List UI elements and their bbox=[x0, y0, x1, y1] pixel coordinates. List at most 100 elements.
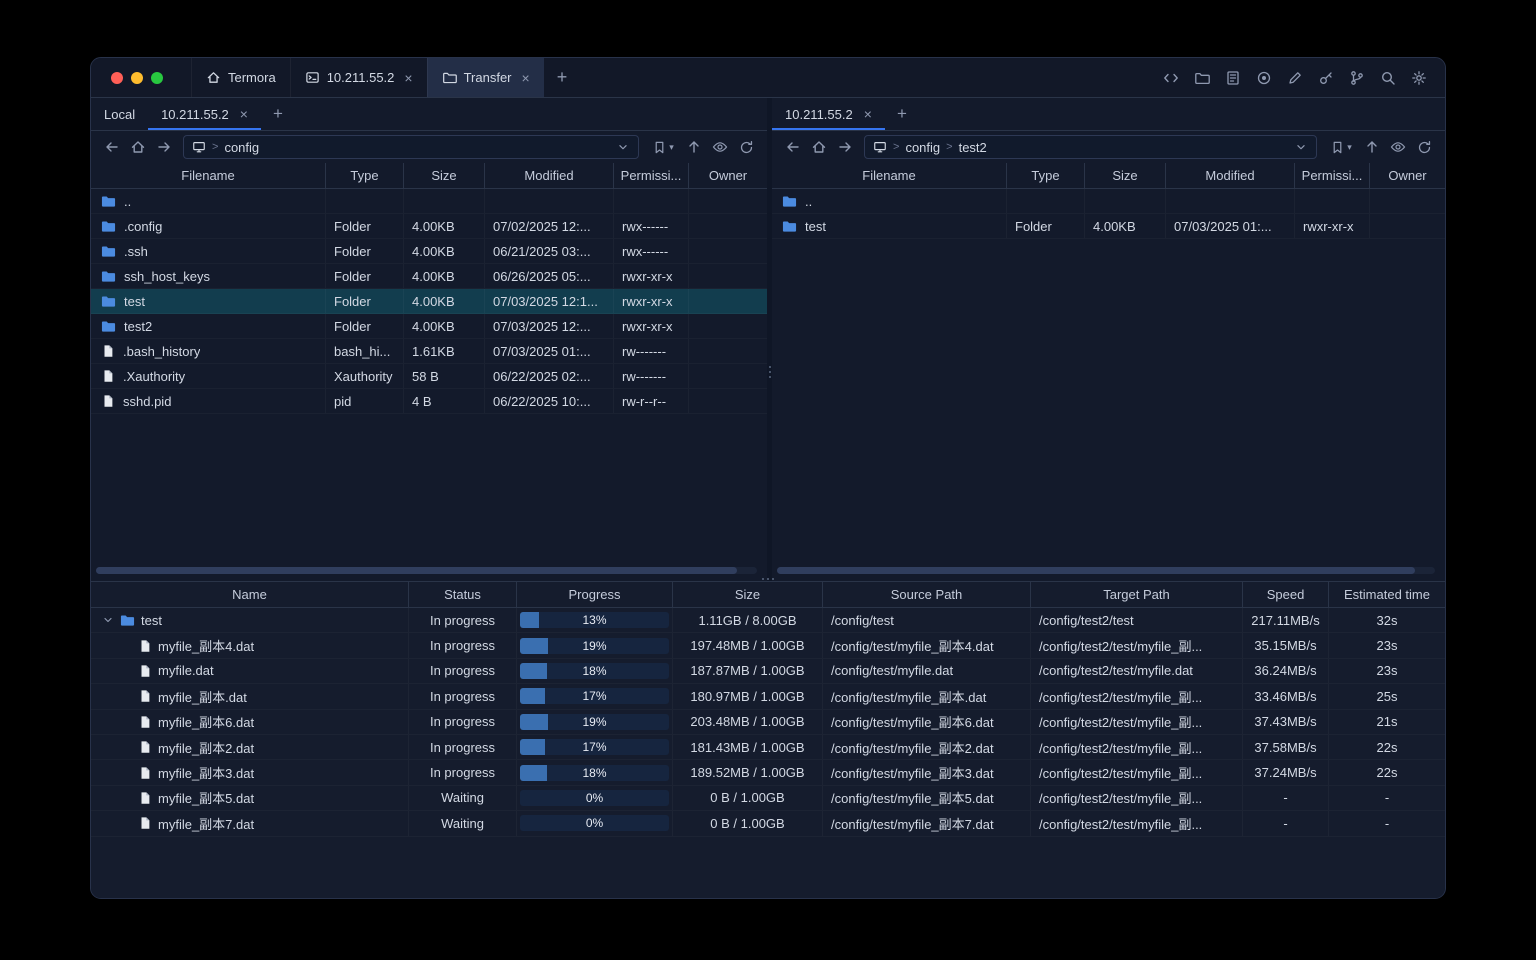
file-row[interactable]: sshd.pid pid 4 B 06/22/2025 10:... rw-r-… bbox=[91, 389, 767, 414]
tab-remote-host[interactable]: 10.211.55.2 × bbox=[148, 98, 261, 130]
column-header[interactable]: Type bbox=[326, 163, 404, 188]
horizontal-scrollbar[interactable] bbox=[96, 567, 757, 574]
column-header[interactable]: Owner bbox=[1370, 163, 1445, 188]
column-header[interactable]: Type bbox=[1007, 163, 1085, 188]
column-header[interactable]: Size bbox=[673, 582, 823, 607]
breadcrumb-segment[interactable]: config bbox=[224, 140, 259, 155]
tab-transfer[interactable]: Transfer × bbox=[426, 58, 544, 97]
transfer-source-path: /config/test bbox=[823, 608, 1031, 632]
path-bar[interactable]: > config > test2 bbox=[864, 135, 1317, 159]
file-row[interactable]: test2 Folder 4.00KB 07/03/2025 12:... rw… bbox=[91, 314, 767, 339]
transfer-row[interactable]: myfile.dat In progress 18% 187.87MB / 1.… bbox=[91, 659, 1445, 684]
file-row[interactable]: .config Folder 4.00KB 07/02/2025 12:... … bbox=[91, 214, 767, 239]
search-icon[interactable] bbox=[1380, 70, 1396, 86]
show-hidden-files-button[interactable] bbox=[707, 135, 733, 159]
chevron-down-icon[interactable] bbox=[1294, 140, 1308, 154]
bookmark-button[interactable]: ▾ bbox=[645, 135, 681, 159]
upload-button[interactable] bbox=[681, 135, 707, 159]
key-icon[interactable] bbox=[1318, 70, 1334, 86]
branch-icon[interactable] bbox=[1349, 70, 1365, 86]
edit-icon[interactable] bbox=[1287, 70, 1303, 86]
log-icon[interactable] bbox=[1225, 70, 1241, 86]
column-header[interactable]: Permissi... bbox=[614, 163, 689, 188]
settings-icon[interactable] bbox=[1411, 70, 1427, 86]
transfer-row[interactable]: myfile_副本6.dat In progress 19% 203.48MB … bbox=[91, 710, 1445, 735]
back-button[interactable] bbox=[780, 135, 806, 159]
forward-button[interactable] bbox=[151, 135, 177, 159]
column-header[interactable]: Modified bbox=[1166, 163, 1295, 188]
back-button[interactable] bbox=[99, 135, 125, 159]
show-hidden-files-button[interactable] bbox=[1385, 135, 1411, 159]
file-row[interactable]: test Folder 4.00KB 07/03/2025 12:1... rw… bbox=[91, 289, 767, 314]
column-header[interactable]: Filename bbox=[91, 163, 326, 188]
zoom-window-button[interactable] bbox=[151, 71, 163, 84]
file-modified: 07/03/2025 12:... bbox=[485, 314, 614, 338]
forward-button[interactable] bbox=[832, 135, 858, 159]
column-header[interactable]: Progress bbox=[517, 582, 673, 607]
breadcrumb-segment[interactable]: test2 bbox=[959, 140, 987, 155]
folder-icon[interactable] bbox=[1194, 70, 1210, 86]
close-tab-icon[interactable]: × bbox=[404, 71, 412, 85]
file-row[interactable]: .bash_history bash_hi... 1.61KB 07/03/20… bbox=[91, 339, 767, 364]
new-tab-button[interactable]: + bbox=[544, 58, 581, 97]
record-icon[interactable] bbox=[1256, 70, 1272, 86]
tab-remote-host[interactable]: 10.211.55.2 × bbox=[772, 98, 885, 130]
file-row[interactable]: .. bbox=[772, 189, 1445, 214]
tab-host[interactable]: 10.211.55.2 × bbox=[289, 58, 427, 97]
file-row[interactable]: test Folder 4.00KB 07/03/2025 01:... rwx… bbox=[772, 214, 1445, 239]
close-tab-icon[interactable]: × bbox=[864, 107, 872, 121]
file-row[interactable]: .ssh Folder 4.00KB 06/21/2025 03:... rwx… bbox=[91, 239, 767, 264]
new-pane-tab-button[interactable]: + bbox=[885, 98, 919, 130]
file-icon bbox=[101, 344, 115, 358]
column-header[interactable]: Filename bbox=[772, 163, 1007, 188]
column-header[interactable]: Status bbox=[409, 582, 517, 607]
column-header[interactable]: Permissi... bbox=[1295, 163, 1370, 188]
transfer-source-path: /config/test/myfile_副本2.dat bbox=[823, 735, 1031, 759]
scrollbar-thumb[interactable] bbox=[96, 567, 738, 574]
file-row[interactable]: .Xauthority Xauthority 58 B 06/22/2025 0… bbox=[91, 364, 767, 389]
code-icon[interactable] bbox=[1163, 70, 1179, 86]
column-header[interactable]: Size bbox=[1085, 163, 1166, 188]
horizontal-splitter-grip[interactable] bbox=[762, 578, 774, 580]
home-icon bbox=[206, 70, 221, 85]
transfer-row[interactable]: myfile_副本2.dat In progress 17% 181.43MB … bbox=[91, 735, 1445, 760]
file-row[interactable]: ssh_host_keys Folder 4.00KB 06/26/2025 0… bbox=[91, 264, 767, 289]
refresh-button[interactable] bbox=[1411, 135, 1437, 159]
column-header[interactable]: Name bbox=[91, 582, 409, 607]
chevron-down-icon[interactable] bbox=[616, 140, 630, 154]
minimize-window-button[interactable] bbox=[131, 71, 143, 84]
column-header[interactable]: Target Path bbox=[1031, 582, 1243, 607]
transfer-row[interactable]: myfile_副本7.dat Waiting 0% 0 B / 1.00GB /… bbox=[91, 811, 1445, 836]
transfer-row[interactable]: myfile_副本.dat In progress 17% 180.97MB /… bbox=[91, 684, 1445, 709]
progress-percent: 19% bbox=[582, 638, 607, 653]
column-header[interactable]: Estimated time bbox=[1329, 582, 1445, 607]
chevron-down-icon[interactable] bbox=[101, 614, 114, 626]
column-header[interactable]: Owner bbox=[689, 163, 767, 188]
transfer-row[interactable]: test In progress 13% 1.11GB / 8.00GB /co… bbox=[91, 608, 1445, 633]
refresh-button[interactable] bbox=[733, 135, 759, 159]
bookmark-button[interactable]: ▾ bbox=[1323, 135, 1359, 159]
tab-local[interactable]: Local bbox=[91, 98, 148, 130]
close-window-button[interactable] bbox=[111, 71, 123, 84]
scrollbar-thumb[interactable] bbox=[777, 567, 1416, 574]
transfer-row[interactable]: myfile_副本3.dat In progress 18% 189.52MB … bbox=[91, 760, 1445, 785]
tab-termora[interactable]: Termora bbox=[191, 58, 290, 97]
home-button[interactable] bbox=[806, 135, 832, 159]
close-tab-icon[interactable]: × bbox=[522, 71, 530, 85]
column-header[interactable]: Source Path bbox=[823, 582, 1031, 607]
column-header[interactable]: Size bbox=[404, 163, 485, 188]
column-header[interactable]: Speed bbox=[1243, 582, 1329, 607]
progress-bar: 17% bbox=[520, 739, 669, 756]
home-button[interactable] bbox=[125, 135, 151, 159]
breadcrumb-segment[interactable]: config bbox=[905, 140, 940, 155]
path-bar[interactable]: > config bbox=[183, 135, 639, 159]
close-tab-icon[interactable]: × bbox=[240, 107, 248, 121]
horizontal-scrollbar[interactable] bbox=[777, 567, 1435, 574]
transfer-row[interactable]: myfile_副本4.dat In progress 19% 197.48MB … bbox=[91, 633, 1445, 658]
transfer-row[interactable]: myfile_副本5.dat Waiting 0% 0 B / 1.00GB /… bbox=[91, 786, 1445, 811]
new-pane-tab-button[interactable]: + bbox=[261, 98, 295, 130]
file-row[interactable]: .. bbox=[91, 189, 767, 214]
upload-button[interactable] bbox=[1359, 135, 1385, 159]
column-header[interactable]: Modified bbox=[485, 163, 614, 188]
transfer-eta: - bbox=[1384, 815, 1390, 831]
